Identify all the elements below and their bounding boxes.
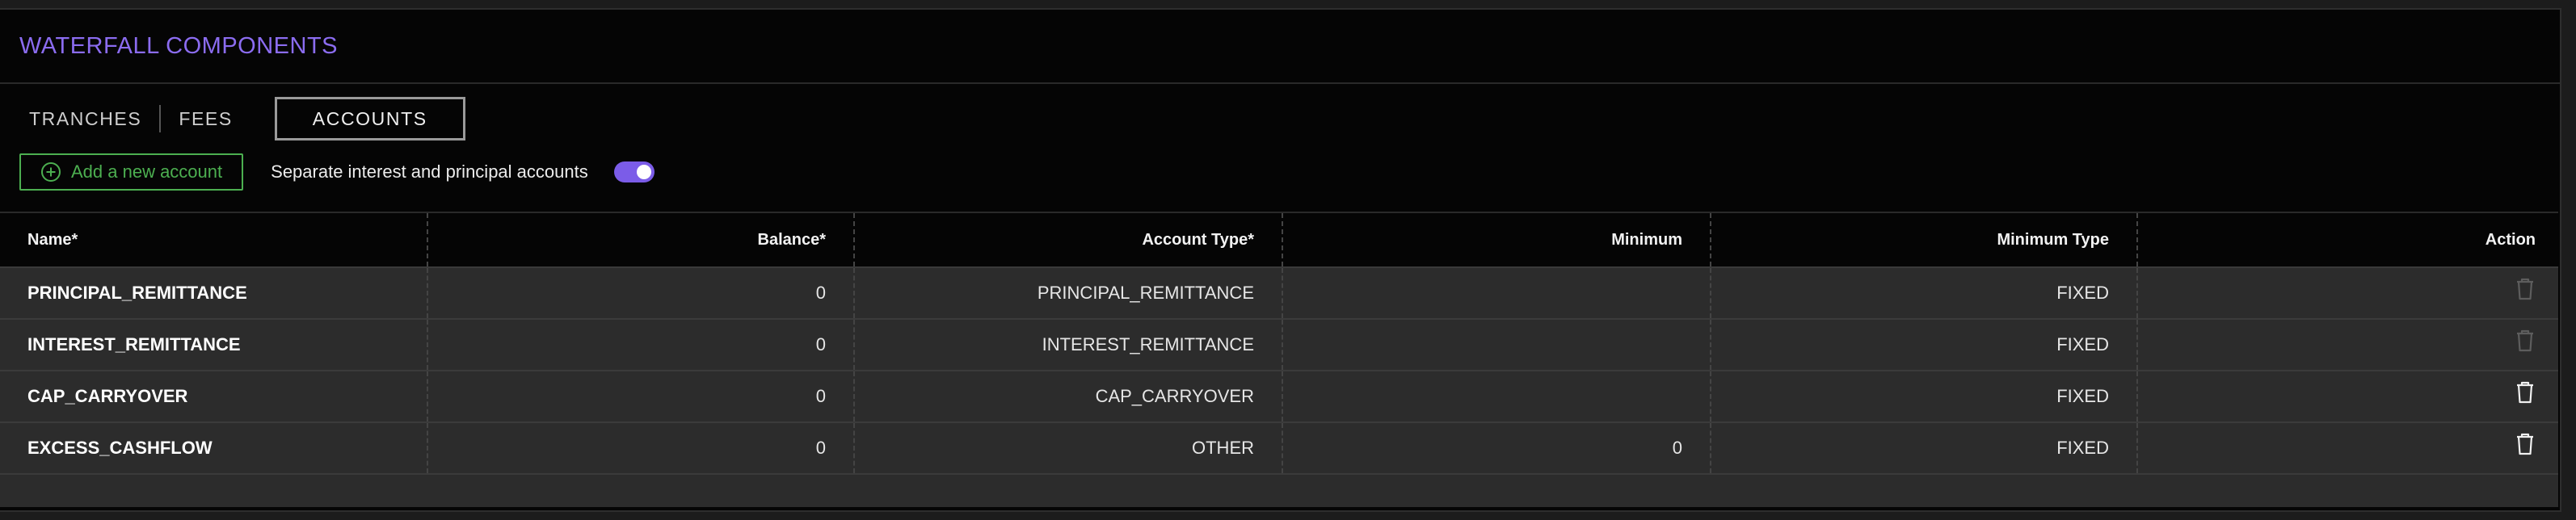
account-type-cell[interactable]: OTHER: [853, 423, 1282, 473]
tab-tranches[interactable]: TRANCHES: [11, 97, 159, 140]
toolbar: Add a new account Separate interest and …: [19, 153, 655, 191]
column-header-minimum: Minimum: [1282, 213, 1710, 266]
column-header-account-type: Account Type*: [853, 213, 1282, 266]
column-header-minimum-type: Minimum Type: [1710, 213, 2136, 266]
name-cell[interactable]: PRINCIPAL_REMITTANCE: [0, 268, 427, 318]
separate-accounts-label: Separate interest and principal accounts: [271, 161, 588, 182]
minimum-cell[interactable]: [1282, 320, 1710, 370]
table-footer: [0, 475, 2558, 507]
minimum-type-cell[interactable]: FIXED: [1710, 371, 2136, 421]
plus-circle-icon: [41, 162, 61, 182]
table-row: PRINCIPAL_REMITTANCE 0 PRINCIPAL_REMITTA…: [0, 268, 2558, 320]
balance-cell[interactable]: 0: [427, 371, 853, 421]
name-cell[interactable]: CAP_CARRYOVER: [0, 371, 427, 421]
column-header-name: Name*: [27, 230, 78, 249]
table-row: EXCESS_CASHFLOW 0 OTHER 0 FIXED: [0, 423, 2558, 475]
column-header-balance: Balance*: [427, 213, 853, 266]
waterfall-components-panel: WATERFALL COMPONENTS TRANCHES FEES ACCOU…: [0, 8, 2561, 512]
tab-fees[interactable]: FEES: [161, 97, 250, 140]
minimum-type-cell[interactable]: FIXED: [1710, 320, 2136, 370]
account-type-cell[interactable]: PRINCIPAL_REMITTANCE: [853, 268, 1282, 318]
accounts-table: Name* Balance* Account Type* Minimum Min…: [0, 212, 2558, 507]
action-cell: [2136, 320, 2558, 370]
minimum-cell[interactable]: [1282, 268, 1710, 318]
toggle-knob: [636, 165, 651, 179]
add-account-label: Add a new account: [71, 161, 223, 182]
table-row: CAP_CARRYOVER 0 CAP_CARRYOVER FIXED: [0, 371, 2558, 423]
table-header: Name* Balance* Account Type* Minimum Min…: [0, 212, 2558, 268]
tab-bar: TRANCHES FEES ACCOUNTS: [11, 97, 465, 140]
trash-icon[interactable]: [2515, 277, 2536, 301]
action-cell: [2136, 268, 2558, 318]
minimum-cell[interactable]: 0: [1282, 423, 1710, 473]
trash-icon[interactable]: [2515, 380, 2536, 405]
action-cell: [2136, 371, 2558, 421]
account-type-cell[interactable]: CAP_CARRYOVER: [853, 371, 1282, 421]
minimum-type-cell[interactable]: FIXED: [1710, 268, 2136, 318]
trash-icon[interactable]: [2515, 329, 2536, 353]
name-cell[interactable]: EXCESS_CASHFLOW: [0, 423, 427, 473]
separate-accounts-toggle[interactable]: [613, 161, 655, 182]
minimum-type-cell[interactable]: FIXED: [1710, 423, 2136, 473]
trash-icon[interactable]: [2515, 432, 2536, 456]
account-type-cell[interactable]: INTEREST_REMITTANCE: [853, 320, 1282, 370]
page-title: WATERFALL COMPONENTS: [19, 32, 339, 59]
table-row: INTEREST_REMITTANCE 0 INTEREST_REMITTANC…: [0, 320, 2558, 371]
balance-cell[interactable]: 0: [427, 423, 853, 473]
action-cell: [2136, 423, 2558, 473]
tab-accounts[interactable]: ACCOUNTS: [274, 97, 465, 140]
column-header-action: Action: [2136, 213, 2558, 266]
balance-cell[interactable]: 0: [427, 320, 853, 370]
minimum-cell[interactable]: [1282, 371, 1710, 421]
panel-header: WATERFALL COMPONENTS: [0, 10, 2560, 84]
balance-cell[interactable]: 0: [427, 268, 853, 318]
add-account-button[interactable]: Add a new account: [19, 153, 244, 191]
name-cell[interactable]: INTEREST_REMITTANCE: [0, 320, 427, 370]
